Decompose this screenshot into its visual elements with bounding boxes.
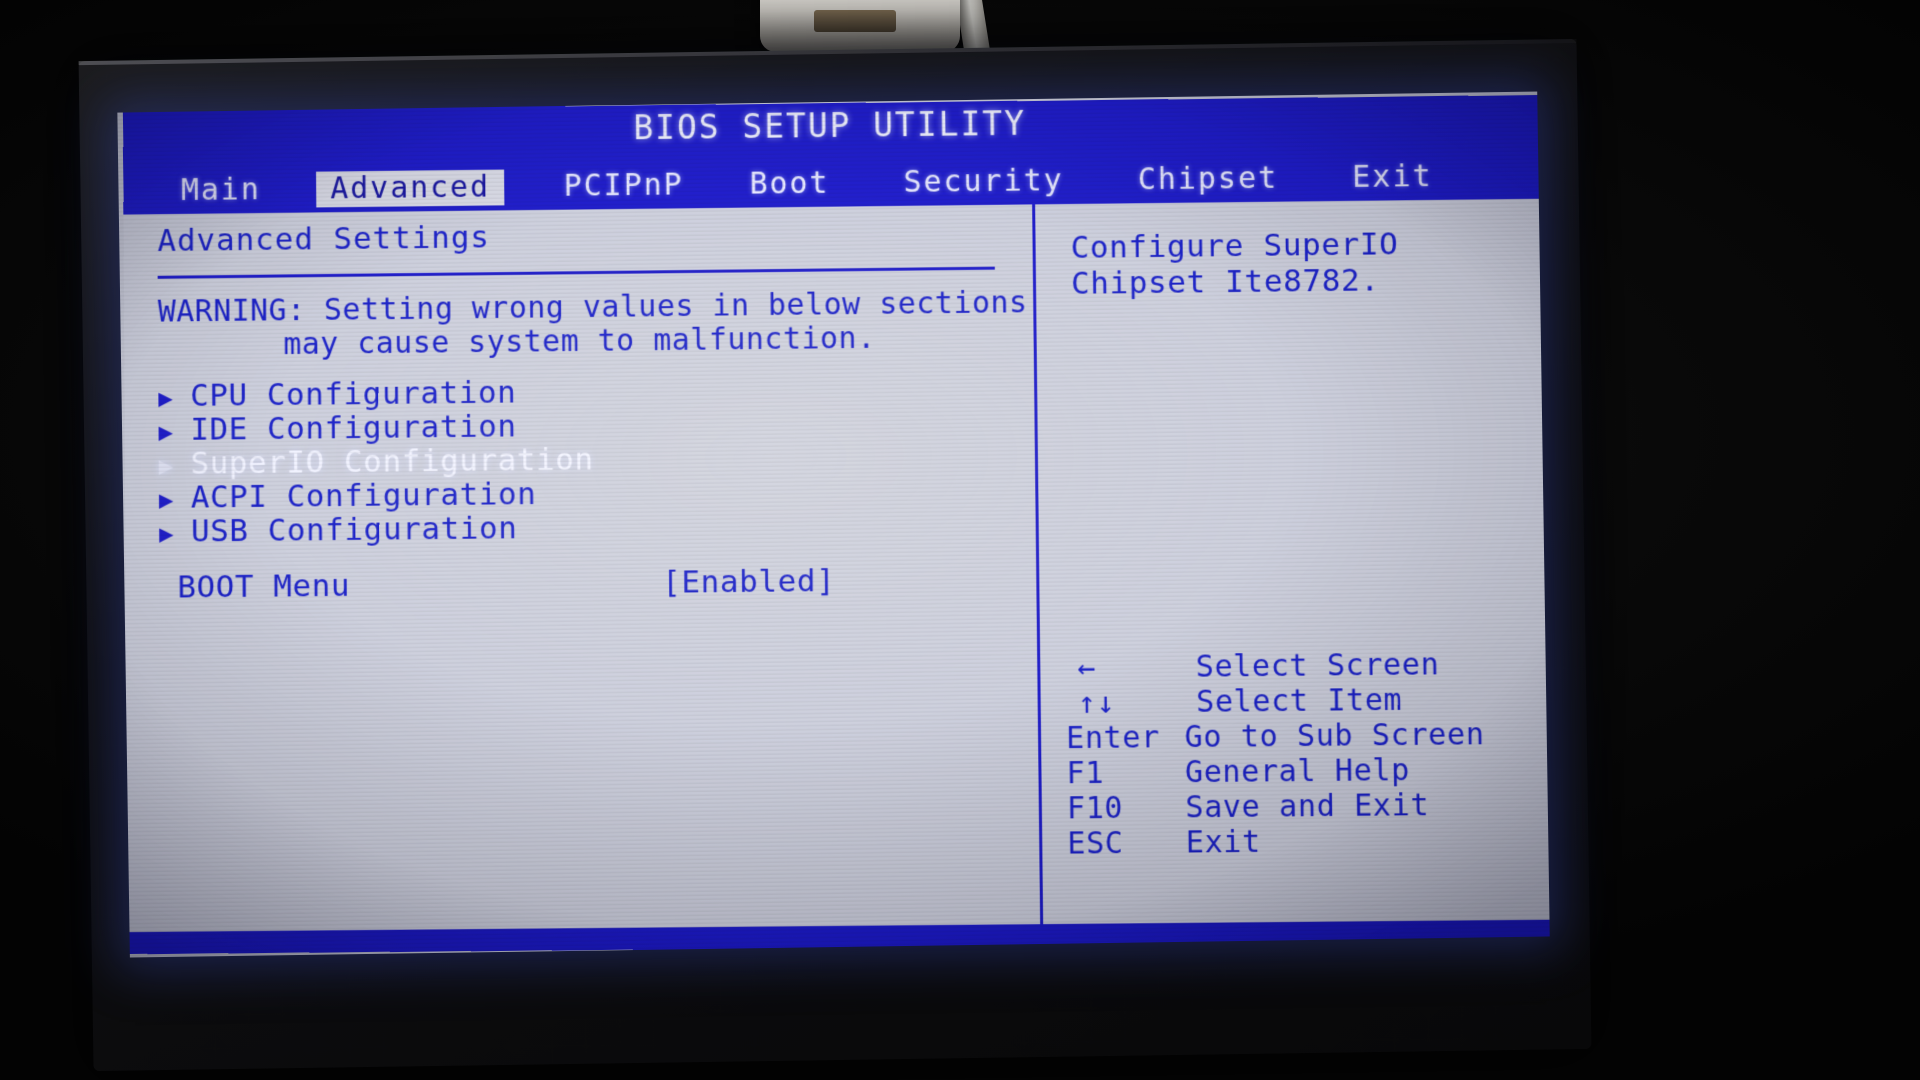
tab-advanced[interactable]: Advanced: [316, 169, 505, 208]
menu-gap-2: [504, 187, 550, 188]
key-legend-row: F10 Save and Exit: [1067, 787, 1536, 826]
help-line-1: Configure SuperIO: [1070, 226, 1399, 266]
up-down-arrow-icon: ↑↓: [1077, 685, 1116, 721]
menu-gap-4: [844, 183, 890, 184]
help-description: Configure SuperIO Chipset Ite8782.: [1070, 225, 1528, 302]
key-legend-label: Exit: [1185, 824, 1262, 861]
boot-menu-label: BOOT Menu: [177, 567, 351, 606]
menu-item-label: ACPI Configuration: [190, 476, 537, 516]
monitor-bezel: BIOS SETUP UTILITY Main Advanced PCIPnP …: [78, 38, 1592, 1072]
bios-setup-utility: BIOS SETUP UTILITY Main Advanced PCIPnP …: [122, 94, 1550, 955]
key-name-f1: F1: [1066, 755, 1105, 792]
key-legend-row: ESC Exit: [1067, 822, 1536, 862]
menu-item-label: IDE Configuration: [190, 408, 517, 448]
settings-panel: Advanced Settings WARNING: Setting wrong…: [141, 204, 1036, 927]
triangle-right-icon: ▶: [158, 451, 174, 480]
key-legend-row: Enter Go to Sub Screen: [1065, 717, 1534, 757]
tab-exit[interactable]: Exit: [1338, 159, 1447, 196]
tab-pcipnp[interactable]: PCIPnP: [550, 167, 698, 204]
key-legend-label: Select Item: [1195, 682, 1403, 720]
warning-line-2: may cause system to malfunction.: [283, 320, 876, 363]
key-legend-label: Go to Sub Screen: [1184, 717, 1485, 756]
monitor-screen: BIOS SETUP UTILITY Main Advanced PCIPnP …: [117, 91, 1550, 958]
boot-menu-value[interactable]: [Enabled]: [662, 563, 836, 601]
menu-item-label: CPU Configuration: [190, 374, 517, 414]
tab-main[interactable]: Main: [167, 172, 275, 209]
body-area: Advanced Settings WARNING: Setting wrong…: [124, 199, 1550, 954]
key-legend: ← Select Screen ↑↓ Select Item Enter Go …: [1065, 646, 1536, 861]
triangle-right-icon: ▶: [158, 485, 175, 514]
key-name-f10: F10: [1066, 790, 1124, 827]
menu-item-usb-configuration[interactable]: ▶ USB Configuration: [159, 510, 594, 550]
key-legend-row: ← Select Screen: [1065, 646, 1533, 686]
warning-text: WARNING: Setting wrong values in below s…: [158, 285, 1028, 363]
triangle-right-icon: ▶: [158, 384, 174, 413]
menu-item-label: SuperIO Configuration: [190, 441, 594, 482]
key-legend-row: F1 General Help: [1066, 752, 1535, 791]
key-name-enter: Enter: [1065, 720, 1160, 757]
key-legend-label: Select Screen: [1195, 647, 1440, 685]
tab-boot[interactable]: Boot: [735, 166, 843, 203]
ceiling-object: [760, 0, 960, 52]
screen-perspective-wrapper: BIOS SETUP UTILITY Main Advanced PCIPnP …: [122, 94, 1550, 955]
tab-chipset[interactable]: Chipset: [1123, 161, 1292, 199]
tab-security[interactable]: Security: [889, 163, 1078, 201]
triangle-right-icon: ▶: [158, 418, 174, 447]
page-title: BIOS SETUP UTILITY: [633, 103, 1027, 148]
key-name-esc: ESC: [1067, 825, 1124, 862]
menu-gap-6: [1292, 178, 1338, 179]
section-divider: [157, 266, 995, 279]
key-legend-label: Save and Exit: [1185, 787, 1430, 826]
help-line-2: Chipset Ite8782.: [1070, 262, 1380, 302]
left-arrow-icon: ←: [1077, 650, 1097, 686]
help-panel: Configure SuperIO Chipset Ite8782. ← Sel…: [1054, 199, 1537, 920]
section-title: Advanced Settings: [157, 219, 491, 259]
submenu-list: ▶ CPU Configuration ▶ IDE Configuration …: [158, 374, 594, 551]
photo-scene: BIOS SETUP UTILITY Main Advanced PCIPnP …: [0, 0, 1920, 1080]
key-legend-label: General Help: [1184, 752, 1411, 791]
menu-item-label: USB Configuration: [190, 510, 518, 550]
triangle-right-icon: ▶: [159, 519, 175, 548]
key-legend-row: ↑↓ Select Item: [1066, 681, 1534, 721]
menu-gap-5: [1078, 180, 1124, 181]
boot-menu-option-row[interactable]: BOOT Menu [Enabled]: [177, 563, 976, 606]
